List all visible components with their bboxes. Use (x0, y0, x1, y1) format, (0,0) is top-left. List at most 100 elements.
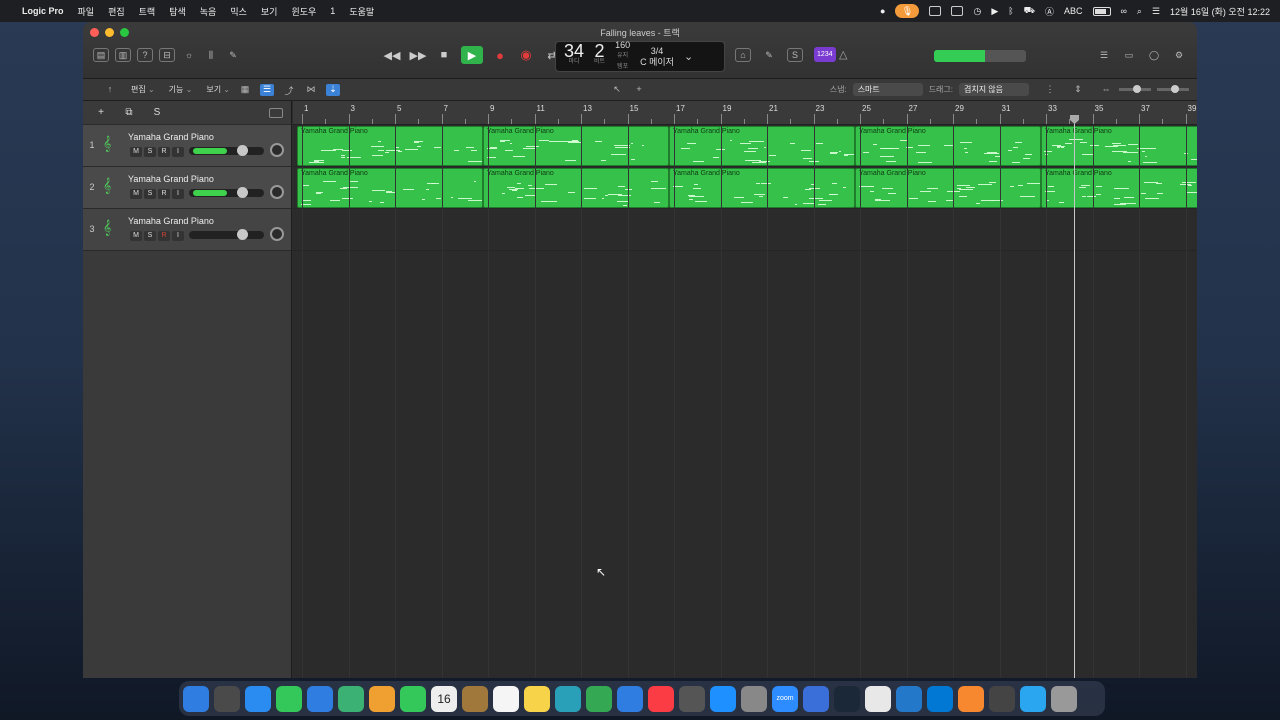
menu-app-name[interactable]: Logic Pro (22, 6, 64, 16)
track-name[interactable]: Yamaha Grand Piano (128, 174, 214, 184)
battery-icon[interactable] (1092, 6, 1111, 16)
metronome-icon[interactable]: △ (839, 48, 847, 61)
pan-knob[interactable] (270, 143, 284, 157)
lcd-display[interactable]: 34 마디 2 비트 160 유지 템포 3/4 C 메이저 ⌄ (555, 40, 725, 72)
settings-icon[interactable] (741, 685, 767, 712)
menu-navigate[interactable]: 탐색 (169, 5, 186, 18)
track-lane[interactable]: Yamaha Grand Piano Yamaha Grand Piano Yama… (293, 167, 1197, 209)
preview-icon[interactable] (803, 685, 829, 712)
fit-horizontal-icon[interactable]: ⇔ (1099, 84, 1113, 96)
screen-icon[interactable] (951, 6, 964, 16)
link-icon[interactable]: ∞ (1121, 6, 1127, 16)
loop-browser-icon[interactable]: ◯ (1146, 48, 1162, 62)
menu-track[interactable]: 트랙 (139, 5, 156, 18)
menu-edit[interactable]: 편집 (108, 5, 125, 18)
mixer-icon[interactable]: ⫼ (203, 48, 219, 62)
photos-icon[interactable] (369, 685, 395, 712)
list-view-icon[interactable]: ☰ (260, 83, 275, 96)
global-solo-button[interactable]: S (149, 107, 165, 119)
record-status-icon[interactable]: ● (880, 6, 885, 16)
menu-window[interactable]: 윈도우 (291, 5, 316, 18)
numbers-icon[interactable] (586, 685, 612, 712)
remote-icon[interactable] (896, 685, 922, 712)
midi-region[interactable]: Yamaha Grand Piano (483, 168, 669, 208)
track-header[interactable]: 2 𝄞 Yamaha Grand Piano M S R I (83, 167, 291, 209)
volume-knob[interactable] (237, 145, 248, 156)
input-icon[interactable]: Ⓐ (1045, 5, 1054, 18)
mail-icon[interactable] (307, 685, 333, 712)
input-monitor-button[interactable]: I (172, 189, 184, 199)
timeline-ruler[interactable]: 1 3 5 7 9 11 13 15 17 19 21 23 25 27 29 31 33 35 37 39 (293, 101, 1197, 125)
midi-region[interactable]: Yamaha Grand Piano (855, 126, 1041, 166)
volume-slider[interactable] (189, 187, 264, 198)
mute-button[interactable]: M (130, 231, 142, 241)
menu-datetime[interactable]: 12월 16일 (화) 오전 12:22 (1170, 5, 1270, 18)
playhead[interactable] (1074, 115, 1075, 678)
mute-button[interactable]: M (130, 189, 142, 199)
windows-icon[interactable] (927, 685, 953, 712)
track-lane[interactable]: Yamaha Grand Piano Yamaha Grand Piano Yama… (293, 125, 1197, 167)
pages-icon[interactable] (958, 685, 984, 712)
track-lane[interactable] (293, 209, 1197, 251)
input-monitor-button[interactable]: I (172, 231, 184, 241)
trash-icon[interactable] (1051, 685, 1077, 712)
midi-region[interactable]: Yamaha Grand Piano (1041, 168, 1197, 208)
track-name[interactable]: Yamaha Grand Piano (128, 132, 214, 142)
input-monitor-button[interactable]: I (172, 147, 184, 157)
microphone-icon[interactable]: 🎙 (895, 4, 920, 18)
quicktime-icon[interactable] (1020, 685, 1046, 712)
arrange-area[interactable]: 1 3 5 7 9 11 13 15 17 19 21 23 25 27 29 31 33 35 37 39 Yama… (293, 101, 1197, 678)
functions-menu[interactable]: 기능 (169, 84, 193, 95)
bluetooth-icon[interactable]: ᛒ (1008, 6, 1013, 16)
solo-button[interactable]: S (144, 189, 156, 199)
freeform-icon[interactable] (555, 685, 581, 712)
notes-icon[interactable] (524, 685, 550, 712)
solo-button[interactable]: S (144, 231, 156, 241)
waveform-zoom-icon[interactable]: ⋮ (1043, 84, 1057, 96)
zoom-icon[interactable]: zoom (772, 685, 798, 712)
control-center-icon[interactable]: ☰ (1152, 6, 1160, 17)
editors-icon[interactable]: ✎ (225, 48, 241, 62)
count-in-badge[interactable]: 1234 (814, 47, 836, 62)
rewind-icon[interactable]: ◀◀ (383, 46, 401, 64)
stop-icon[interactable]: ■ (435, 46, 453, 64)
midi-region[interactable]: Yamaha Grand Piano (483, 126, 669, 166)
fit-vertical-icon[interactable]: ⇕ (1071, 84, 1085, 96)
midi-region[interactable]: Yamaha Grand Piano (669, 126, 855, 166)
track-name[interactable]: Yamaha Grand Piano (128, 216, 214, 226)
record-enable-button[interactable]: R (158, 231, 170, 241)
midi-region[interactable]: Yamaha Grand Piano (297, 126, 483, 166)
midi-region[interactable]: Yamaha Grand Piano (297, 168, 483, 208)
inspector-icon[interactable]: ▥ (115, 48, 131, 62)
add-track-button[interactable]: + (93, 107, 109, 119)
launchpad-icon[interactable] (214, 685, 240, 712)
tuner-pen-icon[interactable]: ✎ (761, 48, 777, 62)
browser-icon[interactable]: ⚙ (1171, 48, 1187, 62)
solo-button[interactable]: S (144, 147, 156, 157)
quick-help-icon[interactable]: ? (137, 48, 153, 62)
grid-view-icon[interactable]: ▦ (238, 84, 252, 96)
notepad-icon[interactable]: ▭ (1121, 48, 1137, 62)
catch-icon[interactable]: ⇣ (326, 83, 341, 96)
steam-icon[interactable] (834, 685, 860, 712)
forward-icon[interactable]: ▶▶ (409, 46, 427, 64)
search-icon[interactable]: ⌕ (1137, 6, 1142, 17)
input-source-label[interactable]: ABC (1064, 6, 1083, 16)
menu-mix[interactable]: 믹스 (230, 5, 247, 18)
capture-record-button[interactable]: ◉ (517, 46, 535, 64)
volume-slider[interactable] (189, 145, 264, 156)
duplicate-track-icon[interactable]: ⧉ (121, 107, 137, 119)
facetime-icon[interactable] (400, 685, 426, 712)
menu-file[interactable]: 파일 (78, 5, 95, 18)
midi-region[interactable]: Yamaha Grand Piano (855, 168, 1041, 208)
window-tile-icon[interactable] (929, 6, 942, 16)
solo-mode-icon[interactable]: S (787, 48, 803, 62)
pointer-tool-icon[interactable]: ↖ (610, 84, 624, 96)
calendar-icon[interactable]: 16 (431, 685, 457, 712)
record-enable-button[interactable]: R (158, 147, 170, 157)
play-icon[interactable] (865, 685, 891, 712)
finder-icon[interactable] (183, 685, 209, 712)
track-options-icon[interactable] (269, 107, 283, 118)
flex-icon[interactable]: ⋈ (304, 84, 318, 96)
app-store-icon[interactable] (710, 685, 736, 712)
